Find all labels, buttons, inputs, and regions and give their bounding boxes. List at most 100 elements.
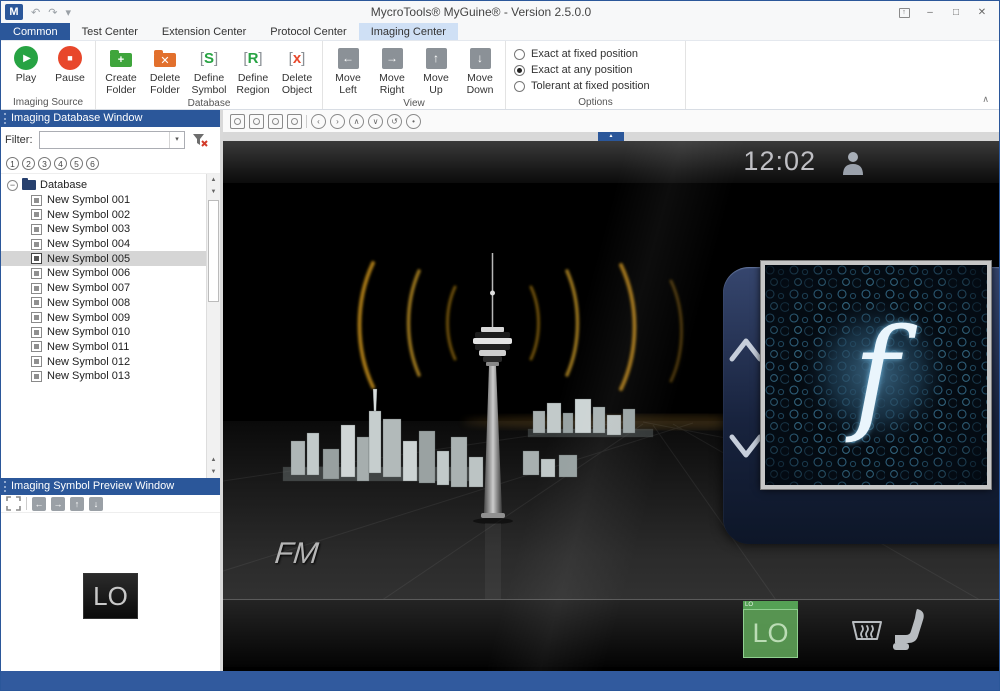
database-tree: − Database New Symbol 001 New Symbol 002… — [1, 173, 220, 478]
clear-filter-button[interactable] — [191, 131, 209, 149]
tree-item[interactable]: New Symbol 006 — [1, 266, 206, 281]
scroll-down-icon[interactable]: ▼ — [207, 186, 220, 198]
nav-left-button[interactable]: ‹ — [311, 114, 326, 129]
move-down-button[interactable]: ↓ Move Down — [463, 45, 497, 96]
number-button-3[interactable]: 3 — [38, 157, 51, 170]
nav-down-button[interactable]: ∨ — [368, 114, 383, 129]
maximize-button[interactable]: □ — [943, 7, 969, 18]
number-button-4[interactable]: 4 — [54, 157, 67, 170]
grip-icon — [4, 113, 6, 124]
create-folder-button[interactable]: + Create Folder — [104, 45, 138, 96]
tree-item[interactable]: New Symbol 012 — [1, 354, 206, 369]
app-logo-icon[interactable]: M — [5, 4, 23, 20]
separator — [306, 115, 307, 128]
nav-up-button[interactable]: ∧ — [349, 114, 364, 129]
tree-item[interactable]: New Symbol 013 — [1, 369, 206, 384]
tree-item[interactable]: New Symbol 010 — [1, 325, 206, 340]
nudge-down-button[interactable]: ↓ — [89, 497, 103, 511]
tab-protocol-center[interactable]: Protocol Center — [258, 23, 358, 40]
undo-icon[interactable]: ↶ — [31, 6, 40, 19]
nav-right-button[interactable]: › — [330, 114, 345, 129]
group-imaging-source: ▶ Play ■ Pause Imaging Source — [1, 41, 96, 109]
filter-input[interactable] — [40, 132, 168, 148]
target-screen-button-4[interactable] — [287, 114, 302, 129]
match-selection-box[interactable]: LO — [743, 609, 798, 658]
tree-item[interactable]: New Symbol 007 — [1, 281, 206, 296]
nav-center-button[interactable]: • — [406, 114, 421, 129]
tree-item[interactable]: New Symbol 008 — [1, 296, 206, 311]
tree-item[interactable]: New Symbol 004 — [1, 237, 206, 252]
station-scroll-chevrons[interactable] — [726, 327, 766, 467]
target-screen-button-1[interactable] — [230, 114, 245, 129]
play-button[interactable]: ▶ Play — [9, 45, 43, 95]
ribbon-collapse-icon[interactable]: ∧ — [982, 94, 989, 105]
separator — [26, 497, 27, 510]
horizontal-splitter[interactable]: ▲ — [223, 132, 999, 141]
float-window-button[interactable]: ↑ — [891, 6, 917, 18]
arrow-left-icon: ← — [338, 48, 359, 69]
filter-combobox[interactable]: ▾ — [39, 131, 185, 149]
group-label-imaging-source: Imaging Source — [9, 95, 87, 108]
option-exact-any[interactable]: Exact at any position — [514, 64, 677, 76]
tree-item[interactable]: New Symbol 001 — [1, 193, 206, 208]
window-title: MycroTools® MyGuine® - Version 2.5.0.0 — [71, 5, 891, 19]
group-label-options: Options — [514, 95, 677, 108]
number-button-1[interactable]: 1 — [6, 157, 19, 170]
tree-item[interactable]: New Symbol 011 — [1, 340, 206, 355]
captured-screen-image: 12:02 FM — [223, 141, 999, 671]
filter-row: Filter: ▾ — [1, 127, 220, 153]
move-right-button[interactable]: → Move Right — [375, 45, 409, 96]
collapse-icon[interactable]: − — [7, 180, 18, 191]
target-screen-button-3[interactable] — [268, 114, 283, 129]
group-label-view: View — [331, 96, 497, 109]
nudge-right-button[interactable]: → — [51, 497, 65, 511]
tab-imaging-center[interactable]: Imaging Center — [359, 23, 458, 40]
number-button-5[interactable]: 5 — [70, 157, 83, 170]
tree-root-database[interactable]: − Database — [1, 178, 206, 193]
pause-button[interactable]: ■ Pause — [53, 45, 87, 95]
selection-frame-icon[interactable] — [6, 496, 21, 511]
symbol-preview-image[interactable]: LO — [83, 573, 138, 619]
number-button-2[interactable]: 2 — [22, 157, 35, 170]
tree-item[interactable]: New Symbol 009 — [1, 310, 206, 325]
chevron-down-icon — [732, 437, 760, 455]
symbol-icon — [31, 283, 42, 294]
move-up-button[interactable]: ↑ Move Up — [419, 45, 453, 96]
scroll-down-icon[interactable]: ▼ — [207, 466, 220, 478]
delete-folder-button[interactable]: ✕ Delete Folder — [148, 45, 182, 96]
tab-extension-center[interactable]: Extension Center — [150, 23, 258, 40]
number-button-6[interactable]: 6 — [86, 157, 99, 170]
option-tolerant-fixed[interactable]: Tolerant at fixed position — [514, 80, 677, 92]
tree-scrollbar[interactable]: ▲ ▼ ▲ ▼ — [206, 174, 220, 478]
symbol-icon — [31, 341, 42, 352]
chevron-down-icon[interactable]: ▾ — [169, 132, 184, 148]
target-screen-button-2[interactable] — [249, 114, 264, 129]
tree-item[interactable]: New Symbol 003 — [1, 222, 206, 237]
scroll-up-icon[interactable]: ▲ — [207, 454, 220, 466]
scroll-up-icon[interactable]: ▲ — [207, 174, 220, 186]
imaging-symbol-preview-header[interactable]: Imaging Symbol Preview Window — [1, 478, 220, 495]
redo-icon[interactable]: ↷ — [48, 6, 57, 19]
nudge-left-button[interactable]: ← — [32, 497, 46, 511]
option-exact-fixed[interactable]: Exact at fixed position — [514, 48, 677, 60]
target-icon — [272, 118, 279, 125]
imaging-database-window-header[interactable]: Imaging Database Window — [1, 110, 220, 127]
close-button[interactable]: ✕ — [969, 7, 995, 18]
left-panel: Imaging Database Window Filter: ▾ 1 2 — [1, 110, 220, 671]
scroll-thumb[interactable] — [208, 200, 219, 302]
tab-test-center[interactable]: Test Center — [70, 23, 150, 40]
tree-item[interactable]: New Symbol 002 — [1, 207, 206, 222]
splitter-collapse-button[interactable]: ▲ — [598, 132, 624, 141]
nudge-up-button[interactable]: ↑ — [70, 497, 84, 511]
define-symbol-button[interactable]: S Define Symbol — [192, 45, 226, 96]
delete-object-button[interactable]: x Delete Object — [280, 45, 314, 96]
minimize-button[interactable]: – — [917, 7, 943, 18]
tree-item-selected[interactable]: New Symbol 005 — [1, 251, 206, 266]
tab-common[interactable]: Common — [1, 23, 70, 40]
define-region-button[interactable]: R Define Region — [236, 45, 270, 96]
move-left-button[interactable]: ← Move Left — [331, 45, 365, 96]
symbol-icon — [31, 253, 42, 264]
nav-reset-button[interactable]: ↺ — [387, 114, 402, 129]
radio-selected-icon — [514, 65, 525, 76]
define-region-icon: R — [243, 50, 262, 67]
